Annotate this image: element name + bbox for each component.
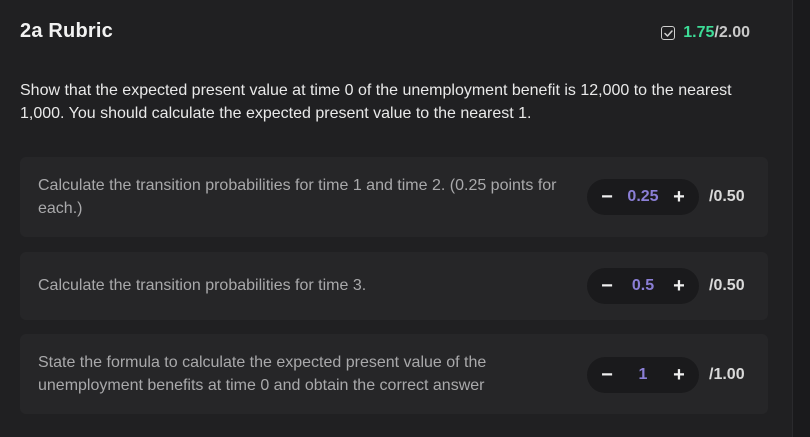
decrement-button[interactable]: − (599, 179, 615, 215)
decrement-button[interactable]: − (599, 357, 615, 393)
points-max: /0.50 (709, 277, 745, 294)
points-value[interactable]: 0.25 (627, 188, 658, 206)
check-square-icon (661, 26, 676, 40)
score-awarded: 1.75 (683, 24, 715, 41)
criterion-description: State the formula to calculate the expec… (38, 354, 487, 394)
criterion-description: Calculate the transition probabilities f… (38, 277, 367, 294)
score-total: /2.00 (714, 24, 750, 41)
points-max: /0.50 (709, 188, 745, 205)
rubric-title: 2a Rubric (20, 20, 113, 42)
points-value[interactable]: 1 (639, 366, 648, 384)
increment-button[interactable]: + (671, 357, 687, 393)
points-stepper: − 0.25 + (587, 179, 699, 215)
points-stepper: − 0.5 + (587, 268, 699, 304)
decrement-button[interactable]: − (599, 268, 615, 304)
rubric-score: 1.75/2.00 (661, 24, 750, 42)
rubric-criterion: State the formula to calculate the expec… (20, 334, 768, 414)
points-stepper: − 1 + (587, 357, 699, 393)
rubric-panel: 2a Rubric 1.75/2.00 Show that the expect… (0, 0, 793, 437)
points-value[interactable]: 0.5 (632, 277, 654, 295)
increment-button[interactable]: + (671, 179, 687, 215)
question-text: Show that the expected present value at … (20, 82, 732, 122)
points-max: /1.00 (709, 366, 745, 383)
rubric-criterion: Calculate the transition probabilities f… (20, 157, 768, 237)
scrollbar-track[interactable] (793, 0, 810, 437)
rubric-criterion: Calculate the transition probabilities f… (20, 252, 768, 320)
increment-button[interactable]: + (671, 268, 687, 304)
criterion-description: Calculate the transition probabilities f… (38, 177, 557, 217)
